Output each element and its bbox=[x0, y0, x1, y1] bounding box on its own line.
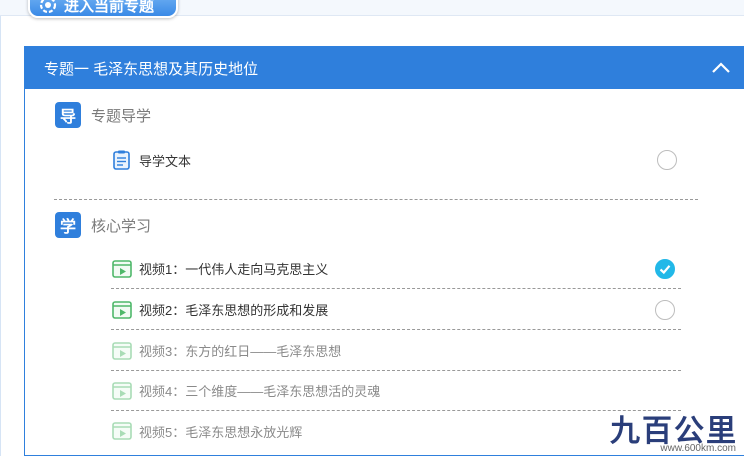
topic-header[interactable]: 专题一 毛泽东思想及其历史地位 bbox=[25, 47, 744, 89]
video-item-label: 视频3：东方的红日——毛泽东思想 bbox=[139, 344, 342, 359]
status-circle-icon bbox=[655, 299, 675, 320]
chevron-up-icon[interactable] bbox=[710, 57, 732, 79]
status-circle-icon bbox=[657, 150, 677, 170]
video-item-5[interactable]: 视频5：毛泽东思想永放光辉 bbox=[111, 411, 681, 451]
video-item-1[interactable]: 视频1：一代伟人走向马克思主义 bbox=[111, 249, 681, 289]
section-guide-title: 导 专题导学 bbox=[55, 101, 675, 129]
video-icon bbox=[112, 300, 132, 319]
section-core: 学 核心学习 bbox=[55, 211, 675, 239]
video-item-4[interactable]: 视频4：三个维度——毛泽东思想活的灵魂 bbox=[111, 371, 681, 411]
enter-current-topic-button[interactable]: 进入当前专题 bbox=[28, 0, 178, 18]
section-guide-label: 专题导学 bbox=[91, 107, 152, 125]
gear-icon bbox=[38, 0, 58, 15]
section-divider bbox=[54, 199, 698, 200]
section-core-title: 学 核心学习 bbox=[55, 211, 675, 239]
topic-title: 专题一 毛泽东思想及其历史地位 bbox=[44, 60, 259, 78]
video-item-3[interactable]: 视频3：东方的红日——毛泽东思想 bbox=[111, 331, 681, 371]
video-item-label: 视频5：毛泽东思想永放光辉 bbox=[139, 424, 303, 440]
document-icon bbox=[113, 150, 130, 170]
guide-text-label: 导学文本 bbox=[139, 153, 192, 169]
video-item-label: 视频4：三个维度——毛泽东思想活的灵魂 bbox=[139, 384, 381, 399]
video-item-label: 视频1：一代伟人走向马克思主义 bbox=[139, 262, 329, 277]
video-icon bbox=[112, 259, 132, 278]
video-item-label: 视频2：毛泽东思想的形成和发展 bbox=[139, 303, 329, 318]
guide-badge-icon: 导 bbox=[55, 102, 81, 128]
video-icon bbox=[112, 381, 132, 400]
watermark-url: www.600km.com bbox=[660, 443, 736, 454]
site-watermark: 九百公里 www.600km.com bbox=[602, 406, 742, 454]
check-circle-icon bbox=[655, 258, 675, 279]
core-badge-icon: 学 bbox=[55, 212, 81, 238]
section-core-label: 核心学习 bbox=[91, 217, 152, 235]
guide-text-item[interactable]: 导学文本 bbox=[111, 140, 677, 180]
video-icon bbox=[112, 341, 132, 360]
video-item-2[interactable]: 视频2：毛泽东思想的形成和发展 bbox=[111, 290, 681, 330]
enter-current-topic-label: 进入当前专题 bbox=[64, 0, 155, 15]
section-guide: 导 专题导学 bbox=[55, 101, 675, 129]
video-icon bbox=[112, 422, 132, 440]
